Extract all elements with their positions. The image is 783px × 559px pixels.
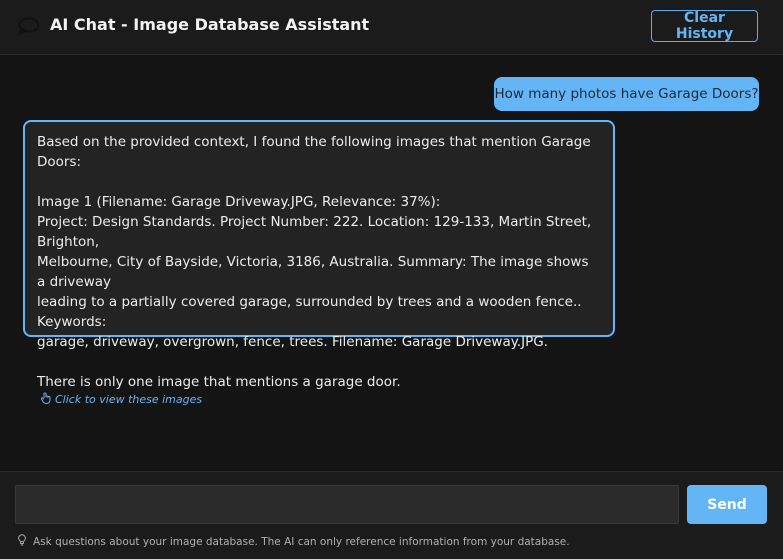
assistant-message: Based on the provided context, I found t… [23,120,615,406]
view-images-link[interactable]: Click to view these images [40,392,601,407]
app-header: AI Chat - Image Database Assistant Clear… [0,0,783,55]
chat-input[interactable] [15,485,679,524]
hand-pointer-icon [40,392,52,407]
page-title: AI Chat - Image Database Assistant [50,15,370,34]
chat-footer: Send Ask questions about your image data… [0,471,783,559]
assistant-message-text: Based on the provided context, I found t… [37,134,592,390]
hint-text: Ask questions about your image database.… [17,534,570,549]
clear-history-button[interactable]: Clear History [651,10,758,42]
view-images-link-text: Click to view these images [55,393,203,406]
user-message: How many photos have Garage Doors? [494,77,759,111]
lightbulb-icon [17,534,27,549]
user-message-text: How many photos have Garage Doors? [494,86,759,102]
send-button[interactable]: Send [687,485,767,524]
hint-label: Ask questions about your image database.… [33,535,570,548]
chat-bubble-icon [16,15,40,37]
